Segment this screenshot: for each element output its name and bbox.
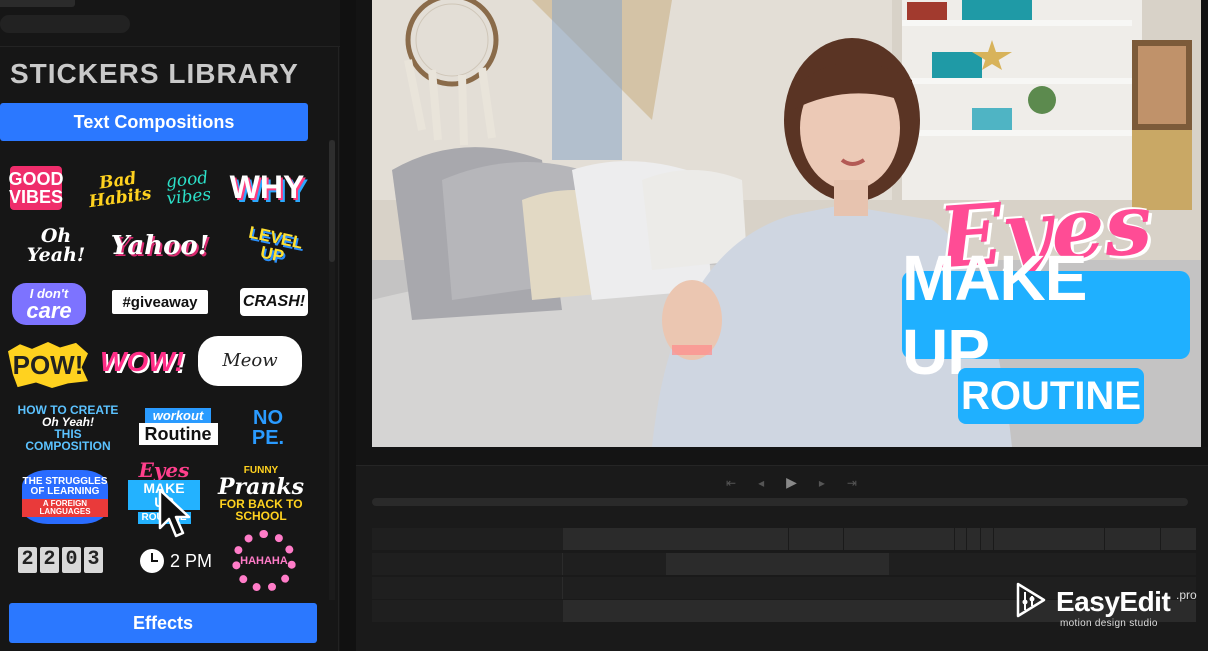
sticker-good-vibes-script[interactable]: good vibes (156, 165, 220, 213)
brand-suffix: .pro (1176, 588, 1197, 602)
easyedit-logo: EasyEdit .pro motion design studio (1014, 580, 1204, 630)
app-window: STICKERS LIBRARY Text Compositions GOOD … (0, 0, 1208, 651)
sticker-wow-text: WOW! (100, 346, 184, 377)
skip-to-end-icon[interactable]: ⇥ (847, 476, 857, 490)
sticker-level-up[interactable]: LEVEL UP (232, 217, 315, 276)
sticker-good-vibes-line2: VIBES (8, 187, 64, 207)
clip-divider (788, 528, 789, 550)
sticker-good-vibes[interactable]: GOOD VIBES (8, 166, 64, 210)
sticker-yahoo[interactable]: Yahoo! (110, 228, 210, 264)
sticker-good-vibes-line1: GOOD (8, 169, 64, 189)
sticker-scrollbar-thumb[interactable] (329, 140, 335, 262)
sticker-workout-line1: workout (144, 407, 212, 423)
sticker-workout-line2: Routine (138, 422, 218, 445)
brand-tagline: motion design studio (1060, 618, 1158, 629)
overlay-title-routine[interactable]: ROUTINE (958, 368, 1144, 424)
clip-divider (980, 528, 981, 550)
sticker-bad-habits[interactable]: Bad Habits (88, 166, 153, 213)
sticker-nope[interactable]: NO PE. (242, 406, 294, 450)
sticker-how-to-create[interactable]: HOW TO CREATE Oh Yeah! THIS COMPOSITION (16, 404, 120, 452)
clip-divider (966, 528, 967, 550)
sticker-struggles-of-learning[interactable]: THE STRUGGLES OF LEARNING A FOREIGN LANG… (22, 470, 108, 524)
sticker-meow[interactable]: Meow (198, 336, 302, 386)
effects-button[interactable]: Effects (9, 603, 317, 643)
panel-search-stub[interactable] (0, 15, 130, 33)
stickers-panel: STICKERS LIBRARY Text Compositions GOOD … (0, 0, 340, 651)
skip-to-start-icon[interactable]: ⇤ (726, 476, 736, 490)
transport-controls: ⇤ ◂ ▶ ▸ ⇥ (726, 474, 857, 491)
sticker-funny-pranks[interactable]: FUNNY Pranks FOR BACK TO SCHOOL (216, 466, 306, 523)
sticker-eyes-line1: Eyes (138, 458, 190, 482)
sticker-hahaha-text: HAHAHA (240, 554, 288, 567)
sticker-workout-routine[interactable]: workout Routine (132, 404, 224, 448)
clip-divider (993, 528, 994, 550)
mouse-cursor-icon (158, 488, 191, 538)
sticker-clock-time[interactable]: 2 PM (136, 548, 216, 574)
sticker-struggles-line3: A FOREIGN LANGUAGES (22, 499, 108, 517)
clip-divider (954, 528, 955, 550)
sticker-how-to-line3: THIS COMPOSITION (25, 427, 111, 453)
sticker-clock-time-text: 2 PM (169, 551, 212, 571)
clock-digit: 2 (40, 547, 59, 573)
sticker-nope-line2: PE. (251, 427, 285, 449)
sticker-digital-clock[interactable]: 2 2 0 3 (18, 547, 103, 573)
sticker-oh-yeah-text: Oh Yeah! (26, 225, 86, 266)
sticker-hahaha[interactable]: HAHAHA (232, 530, 296, 592)
easyedit-logo-icon (1016, 582, 1046, 618)
sticker-why-text: WHY (229, 169, 305, 205)
panel-gutter (340, 0, 356, 651)
sticker-nope-line1: NO (253, 407, 283, 429)
clock-digit: 3 (84, 547, 103, 573)
sticker-why[interactable]: WHY (229, 168, 305, 206)
play-icon[interactable]: ▶ (786, 474, 797, 491)
previous-frame-icon[interactable]: ◂ (758, 476, 764, 490)
sticker-good-vibes-script-text: good vibes (165, 167, 213, 210)
timeline-clip[interactable] (563, 528, 1196, 550)
sticker-funny-line3: FOR BACK TO SCHOOL (219, 497, 303, 523)
sticker-crash[interactable]: CRASH! (240, 288, 308, 316)
sticker-pow-text: POW! (12, 350, 84, 380)
clip-divider (1160, 528, 1161, 550)
clock-digit: 2 (18, 547, 37, 573)
sticker-bad-habits-text: Bad Habits (87, 168, 153, 213)
clip-divider (1104, 528, 1105, 550)
sticker-i-dont-care[interactable]: I don't care (12, 283, 86, 325)
sticker-struggles-line2: OF LEARNING (30, 486, 100, 497)
sticker-pow[interactable]: POW! (8, 342, 88, 388)
clock-icon (139, 549, 164, 573)
sticker-crash-text: CRASH! (242, 293, 306, 310)
text-compositions-button[interactable]: Text Compositions (0, 103, 308, 141)
sticker-level-up-text: LEVEL UP (246, 222, 305, 267)
preview-edge (1201, 0, 1208, 447)
sticker-giveaway-text: #giveaway (122, 293, 198, 311)
clock-digit: 0 (62, 547, 81, 573)
next-frame-icon[interactable]: ▸ (819, 476, 825, 490)
sticker-funny-line2: Pranks (217, 474, 304, 500)
timeline-ruler[interactable] (372, 498, 1188, 506)
panel-edge (338, 46, 339, 651)
overlay-title-makeup[interactable]: MAKE UP (902, 242, 1190, 388)
sticker-i-dont-care-line2: care (26, 297, 72, 323)
sticker-giveaway[interactable]: #giveaway (112, 290, 208, 314)
sticker-yahoo-text: Yahoo! (110, 231, 210, 261)
sticker-oh-yeah[interactable]: Oh Yeah! (10, 227, 102, 265)
track-divider (562, 577, 563, 599)
sticker-wow[interactable]: WOW! (98, 344, 186, 380)
panel-divider (0, 46, 340, 47)
sticker-meow-text: Meow (222, 350, 278, 371)
track-divider (562, 553, 563, 575)
library-title: STICKERS LIBRARY (10, 58, 299, 89)
clip-divider (843, 528, 844, 550)
timeline-clip[interactable] (666, 553, 889, 575)
brand-name: EasyEdit (1056, 586, 1171, 617)
panel-tab-stub[interactable] (0, 0, 75, 7)
